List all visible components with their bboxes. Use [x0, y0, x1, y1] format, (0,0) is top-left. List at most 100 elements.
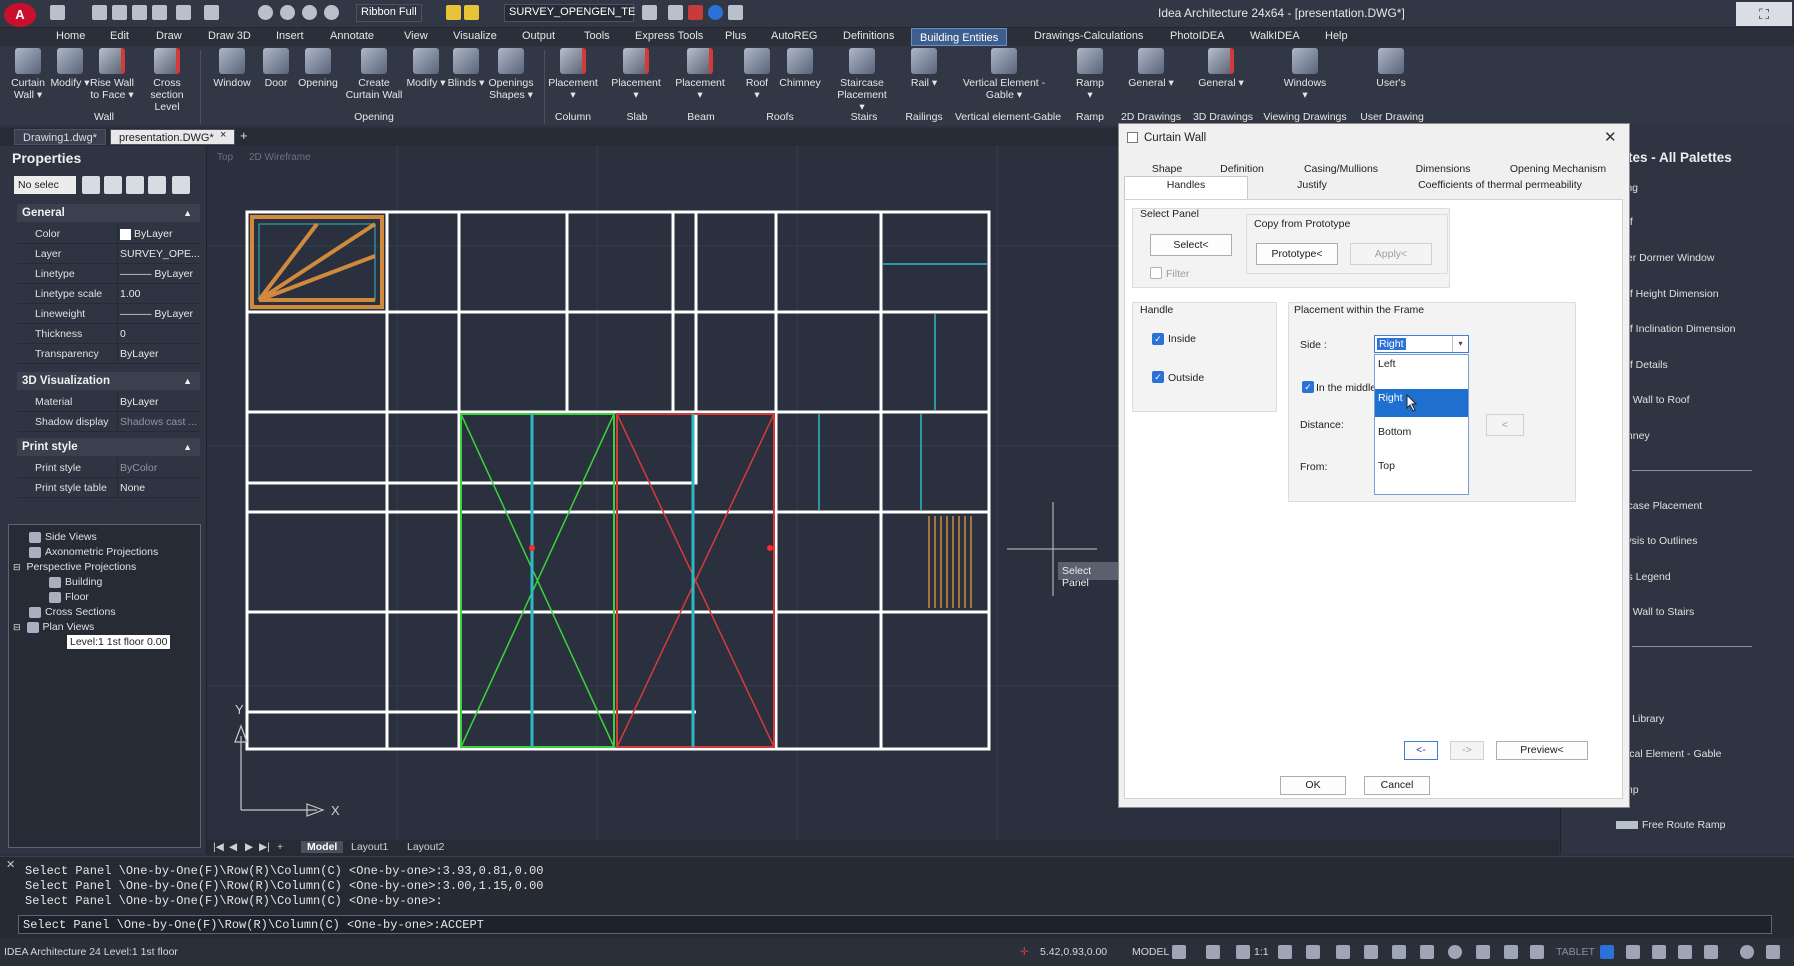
tab-opening-mechanism[interactable]: Opening Mechanism: [1504, 163, 1612, 175]
info-icon[interactable]: [1740, 945, 1754, 959]
distance-pick-button[interactable]: <: [1486, 414, 1524, 436]
menu-output[interactable]: Output: [522, 30, 555, 42]
sun-icon[interactable]: [464, 5, 479, 20]
collapse-arrow-icon[interactable]: ▲: [183, 372, 192, 390]
palette-item[interactable]: rcase Placement: [1624, 500, 1702, 512]
tree-item-selected[interactable]: Level:1 1st floor 0.00: [67, 635, 171, 649]
palette-item[interactable]: lysis to Outlines: [1624, 535, 1698, 547]
select-button[interactable]: Select<: [1150, 234, 1232, 256]
tab-drawing1[interactable]: Drawing1.dwg*: [14, 129, 106, 145]
menu-drawings-calculations[interactable]: Drawings-Calculations: [1034, 30, 1143, 42]
ramp-button[interactable]: Ramp ▾: [1072, 48, 1108, 101]
undo-icon[interactable]: [176, 5, 191, 20]
property-row[interactable]: Thickness 0: [17, 324, 200, 344]
funnel-icon[interactable]: [172, 176, 190, 194]
menu-tools[interactable]: Tools: [584, 30, 610, 42]
side-option-left[interactable]: Left: [1375, 355, 1468, 383]
menu-icon[interactable]: [1530, 945, 1544, 959]
selection-dropdown[interactable]: No selec: [14, 176, 76, 194]
users-drawing-button[interactable]: User's: [1370, 48, 1412, 89]
new-file-icon[interactable]: [92, 5, 107, 20]
door-button[interactable]: Door: [256, 48, 296, 89]
chimney-button[interactable]: Chimney: [776, 48, 824, 89]
lineweight-icon[interactable]: [1504, 945, 1518, 959]
osnap-icon[interactable]: [1420, 945, 1434, 959]
close-icon[interactable]: ✕: [6, 858, 15, 871]
menu-photoidea[interactable]: PhotoIDEA: [1170, 30, 1224, 42]
create-curtain-wall-button[interactable]: Create Curtain Wall: [342, 48, 406, 101]
menu-annotate[interactable]: Annotate: [330, 30, 374, 42]
menu-home[interactable]: Home: [56, 30, 85, 42]
circle-icon[interactable]: [280, 5, 295, 20]
palette-item[interactable]: of Inclination Dimension: [1624, 323, 1735, 335]
toggle-pickadd-icon[interactable]: [82, 176, 100, 194]
help-icon[interactable]: [708, 5, 723, 20]
menu-building-entities[interactable]: Building Entities: [911, 28, 1008, 46]
annotation-icon[interactable]: [1236, 945, 1250, 959]
palette-item[interactable]: s Library: [1624, 713, 1664, 725]
palette-item[interactable]: of Details: [1624, 359, 1668, 371]
prev-tab-icon[interactable]: ◀: [229, 841, 237, 853]
grid-icon[interactable]: [1172, 945, 1186, 959]
lightbulb-icon[interactable]: [446, 5, 461, 20]
filter-checkbox[interactable]: [1150, 267, 1162, 279]
palette-item[interactable]: Free Route Ramp: [1616, 819, 1725, 831]
property-row[interactable]: Transparency ByLayer: [17, 344, 200, 364]
slab-placement-button[interactable]: Placement ▾: [610, 48, 662, 101]
tab-handles[interactable]: Handles: [1124, 176, 1248, 200]
general-2d-button[interactable]: General ▾: [1128, 48, 1174, 89]
tab-shape[interactable]: Shape: [1142, 163, 1192, 175]
first-tab-icon[interactable]: |◀: [213, 841, 224, 853]
menu-draw-3d[interactable]: Draw 3D: [208, 30, 251, 42]
scale-label[interactable]: 1:1: [1254, 946, 1269, 958]
grid-display-icon[interactable]: [1336, 945, 1350, 959]
side-option-right[interactable]: Right: [1375, 389, 1468, 417]
curtain-wall-frame[interactable]: [245, 210, 698, 714]
annotation-scale-icon[interactable]: [1278, 945, 1292, 959]
property-row[interactable]: Layer SURVEY_OPE...: [17, 244, 200, 264]
property-row[interactable]: Linetype scale 1.00: [17, 284, 200, 304]
settings-gear-icon[interactable]: [1600, 945, 1614, 959]
rise-wall-button[interactable]: Rise Wall to Face ▾: [86, 48, 138, 101]
cancel-button[interactable]: Cancel: [1364, 776, 1430, 795]
layer-dropdown[interactable]: SURVEY_OPENGEN_TE: [504, 4, 635, 22]
tab-thermal-coefficients[interactable]: Coefficients of thermal permeability: [1410, 179, 1590, 191]
menu-autoreg[interactable]: AutoREG: [771, 30, 817, 42]
cross-section-level-button[interactable]: Cross section Level: [140, 48, 194, 113]
collapse-icon[interactable]: ⊟: [13, 562, 21, 572]
side-option-bottom[interactable]: Bottom: [1375, 423, 1468, 451]
save-as-icon[interactable]: [152, 5, 167, 20]
add-layout-icon[interactable]: +: [277, 841, 283, 853]
opening-button[interactable]: Opening: [294, 48, 342, 89]
beam-placement-button[interactable]: Placement ▾: [674, 48, 726, 101]
redo-icon[interactable]: [204, 5, 219, 20]
open-icon[interactable]: [112, 5, 127, 20]
inside-checkbox[interactable]: ✓: [1152, 333, 1164, 345]
visual-style-label[interactable]: 2D Wireframe: [249, 152, 311, 163]
circle-icon[interactable]: [258, 5, 273, 20]
command-input[interactable]: Select Panel \One-by-One(F)\Row(R)\Colum…: [18, 915, 1772, 934]
menu-express-tools[interactable]: Express Tools: [635, 30, 703, 42]
general-3d-button[interactable]: General ▾: [1198, 48, 1244, 89]
next-button[interactable]: ->: [1450, 741, 1484, 760]
otrack-icon[interactable]: [1448, 945, 1462, 959]
tree-item[interactable]: Floor: [49, 591, 89, 603]
customize-icon[interactable]: [1766, 945, 1780, 959]
tree-item[interactable]: Axonometric Projections: [29, 546, 158, 558]
collapse-arrow-icon[interactable]: ▲: [183, 438, 192, 456]
tablet-toggle[interactable]: TABLET: [1556, 946, 1595, 958]
menu-visualize[interactable]: Visualize: [453, 30, 497, 42]
app-logo[interactable]: A: [4, 3, 36, 27]
menu-draw[interactable]: Draw: [156, 30, 182, 42]
palette-item[interactable]: rs Legend: [1624, 571, 1671, 583]
palette-item[interactable]: e Wall to Roof: [1624, 394, 1690, 406]
tree-item[interactable]: ⊟ Plan Views: [13, 621, 94, 633]
select-objects-icon[interactable]: [104, 176, 122, 194]
ortho-icon[interactable]: [1364, 945, 1378, 959]
modify-wall-button[interactable]: Modify ▾: [50, 48, 90, 89]
menu-plus[interactable]: Plus: [725, 30, 746, 42]
menu-insert[interactable]: Insert: [276, 30, 304, 42]
coordinates-readout[interactable]: 5.42,0.93,0.00: [1040, 946, 1107, 958]
menu-edit[interactable]: Edit: [110, 30, 129, 42]
add-tab-icon[interactable]: +: [240, 128, 248, 143]
